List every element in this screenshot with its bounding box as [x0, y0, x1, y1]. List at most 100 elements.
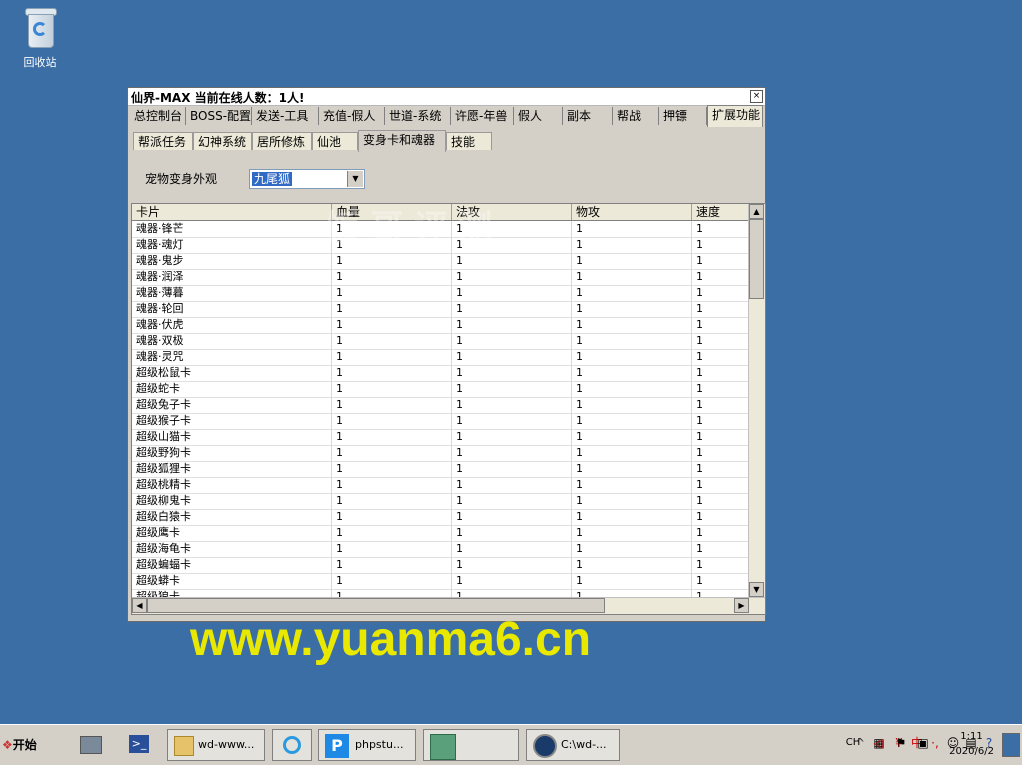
table-row[interactable]: 超级鹰卡 1 1 1 1 [132, 525, 752, 542]
stat-cell[interactable]: 1 [572, 333, 692, 349]
stat-cell[interactable]: 1 [692, 285, 752, 301]
stat-cell[interactable]: 1 [452, 509, 572, 525]
stat-cell[interactable]: 1 [452, 333, 572, 349]
stat-cell[interactable]: 1 [572, 413, 692, 429]
scroll-right-icon[interactable]: ▶ [734, 598, 749, 613]
stat-cell[interactable]: 1 [332, 493, 452, 509]
card-name-cell[interactable]: 超级野狗卡 [132, 445, 332, 461]
pet-appearance-select[interactable]: 九尾狐 ▼ [249, 169, 365, 189]
card-name-cell[interactable]: 超级蝙蝠卡 [132, 557, 332, 573]
stat-cell[interactable]: 1 [692, 493, 752, 509]
show-desktop-button[interactable] [1002, 733, 1020, 757]
stat-cell[interactable]: 1 [332, 285, 452, 301]
scroll-up-icon[interactable]: ▲ [749, 204, 764, 219]
card-name-cell[interactable]: 超级松鼠卡 [132, 365, 332, 381]
stat-cell[interactable]: 1 [572, 573, 692, 589]
stat-cell[interactable]: 1 [452, 429, 572, 445]
baidu-netdisk-icon[interactable] [272, 729, 312, 761]
stat-cell[interactable]: 1 [452, 477, 572, 493]
stat-cell[interactable]: 1 [692, 557, 752, 573]
tab-6[interactable]: 许愿-年兽 [451, 107, 514, 125]
stat-cell[interactable]: 1 [692, 477, 752, 493]
scroll-down-icon[interactable]: ▼ [749, 582, 764, 597]
stat-cell[interactable]: 1 [452, 573, 572, 589]
table-row[interactable]: 魂器·灵咒 1 1 1 1 [132, 349, 752, 366]
stat-cell[interactable]: 1 [572, 397, 692, 413]
card-name-cell[interactable]: 超级狐狸卡 [132, 461, 332, 477]
card-name-cell[interactable]: 超级鹰卡 [132, 525, 332, 541]
stat-cell[interactable]: 1 [692, 381, 752, 397]
subtab-6[interactable]: 技能 [446, 132, 492, 150]
powershell-icon[interactable]: >_ [120, 729, 160, 761]
table-row[interactable]: 魂器·伏虎 1 1 1 1 [132, 317, 752, 334]
stat-cell[interactable]: 1 [692, 237, 752, 253]
table-row[interactable]: 超级野狗卡 1 1 1 1 [132, 445, 752, 462]
stat-cell[interactable]: 1 [572, 317, 692, 333]
card-name-cell[interactable]: 魂器·灵咒 [132, 349, 332, 365]
stat-cell[interactable]: 1 [692, 253, 752, 269]
stat-cell[interactable]: 1 [452, 461, 572, 477]
stat-cell[interactable]: 1 [572, 253, 692, 269]
network-icon[interactable]: ▣ [915, 735, 931, 751]
stat-cell[interactable]: 1 [332, 349, 452, 365]
table-row[interactable]: 魂器·鬼步 1 1 1 1 [132, 253, 752, 270]
table-row[interactable]: 超级海龟卡 1 1 1 1 [132, 541, 752, 558]
table-row[interactable]: 超级狐狸卡 1 1 1 1 [132, 461, 752, 478]
stat-cell[interactable]: 1 [692, 413, 752, 429]
card-name-cell[interactable]: 魂器·双极 [132, 333, 332, 349]
stat-cell[interactable]: 1 [332, 301, 452, 317]
tab-2[interactable]: BOSS-配置 [186, 107, 252, 125]
volume-muted-icon[interactable]: ◁ [870, 735, 886, 751]
card-name-cell[interactable]: 超级兔子卡 [132, 397, 332, 413]
chevron-down-icon[interactable]: ▼ [347, 171, 363, 187]
stat-cell[interactable]: 1 [692, 541, 752, 557]
clock[interactable]: 1:11 2020/6/2 [949, 729, 994, 759]
tab-1[interactable]: 总控制台 [130, 107, 186, 125]
card-name-cell[interactable]: 超级山猫卡 [132, 429, 332, 445]
card-name-cell[interactable]: 超级白猿卡 [132, 509, 332, 525]
stat-cell[interactable]: 1 [572, 429, 692, 445]
table-row[interactable]: 魂器·润泽 1 1 1 1 [132, 269, 752, 286]
card-name-cell[interactable]: 超级猴子卡 [132, 413, 332, 429]
subtab-5[interactable]: 变身卡和魂器 [358, 130, 446, 152]
scroll-left-icon[interactable]: ◀ [132, 598, 147, 613]
stat-cell[interactable]: 1 [332, 461, 452, 477]
tab-3[interactable]: 发送-工具 [252, 107, 319, 125]
stat-cell[interactable]: 1 [452, 541, 572, 557]
stat-cell[interactable]: 1 [332, 253, 452, 269]
stat-cell[interactable]: 1 [452, 285, 572, 301]
stat-cell[interactable]: 1 [572, 285, 692, 301]
table-row[interactable]: 超级柳鬼卡 1 1 1 1 [132, 493, 752, 510]
stat-cell[interactable]: 1 [452, 397, 572, 413]
stat-cell[interactable]: 1 [332, 381, 452, 397]
table-row[interactable]: 超级蟒卡 1 1 1 1 [132, 573, 752, 590]
stat-cell[interactable]: 1 [332, 525, 452, 541]
card-name-cell[interactable]: 魂器·伏虎 [132, 317, 332, 333]
stat-cell[interactable]: 1 [452, 365, 572, 381]
stat-cell[interactable]: 1 [452, 269, 572, 285]
stat-cell[interactable]: 1 [572, 525, 692, 541]
stat-cell[interactable]: 1 [452, 525, 572, 541]
taskbar-item-cmd[interactable]: C:\wd-... [526, 729, 620, 761]
stat-cell[interactable]: 1 [692, 525, 752, 541]
stat-cell[interactable]: 1 [692, 509, 752, 525]
table-row[interactable]: 超级蝙蝠卡 1 1 1 1 [132, 557, 752, 574]
stat-cell[interactable]: 1 [332, 573, 452, 589]
show-hidden-icons-icon[interactable]: ^ [852, 735, 868, 751]
stat-cell[interactable]: 1 [572, 365, 692, 381]
stat-cell[interactable]: 1 [572, 301, 692, 317]
table-row[interactable]: 超级白猿卡 1 1 1 1 [132, 509, 752, 526]
stat-cell[interactable]: 1 [452, 253, 572, 269]
subtab-4[interactable]: 仙池 [312, 132, 358, 150]
taskbar-item-phpstudy[interactable]: Pphpstu... [318, 729, 416, 761]
stat-cell[interactable]: 1 [692, 429, 752, 445]
stat-cell[interactable]: 1 [572, 381, 692, 397]
stat-cell[interactable]: 1 [692, 573, 752, 589]
stat-cell[interactable]: 1 [452, 349, 572, 365]
stat-cell[interactable]: 1 [572, 349, 692, 365]
stat-cell[interactable]: 1 [452, 445, 572, 461]
column-header[interactable]: 卡片 [132, 204, 332, 220]
taskbar-item-game-app[interactable] [423, 729, 519, 761]
subtab-3[interactable]: 居所修炼 [252, 132, 312, 150]
column-header[interactable]: 物攻 [572, 204, 692, 220]
